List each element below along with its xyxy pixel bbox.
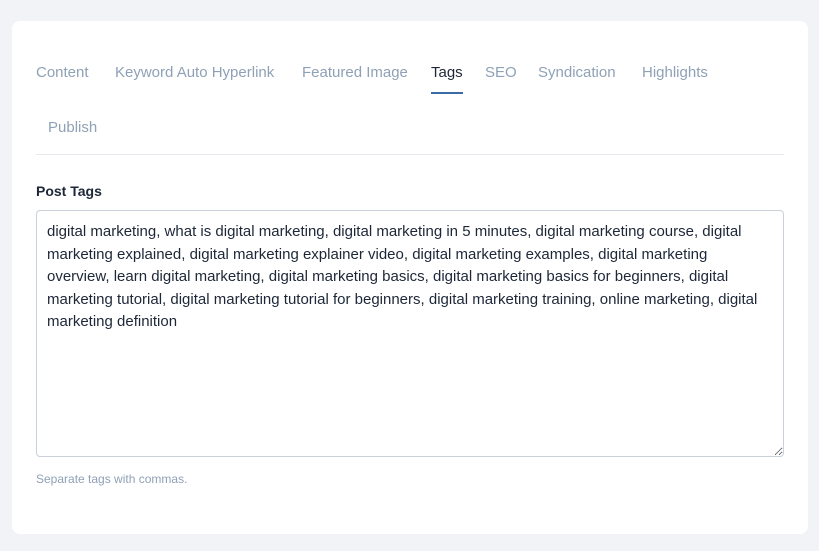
tab-keyword-auto-hyperlink[interactable]: Keyword Auto Hyperlink: [115, 63, 274, 83]
tab-bar: Content Keyword Auto Hyperlink Featured …: [36, 21, 784, 155]
tab-syndication[interactable]: Syndication: [538, 63, 616, 83]
post-tags-textarea[interactable]: digital marketing, what is digital marke…: [36, 210, 784, 457]
tab-tags[interactable]: Tags: [431, 63, 463, 94]
tags-help-text: Separate tags with commas.: [36, 472, 188, 486]
post-tags-label: Post Tags: [36, 183, 102, 199]
tab-highlights[interactable]: Highlights: [642, 63, 708, 83]
post-editor-card: Content Keyword Auto Hyperlink Featured …: [12, 21, 808, 534]
tab-publish[interactable]: Publish: [48, 118, 97, 138]
tab-featured-image[interactable]: Featured Image: [302, 63, 408, 83]
tab-seo[interactable]: SEO: [485, 63, 517, 83]
tab-content[interactable]: Content: [36, 63, 89, 83]
